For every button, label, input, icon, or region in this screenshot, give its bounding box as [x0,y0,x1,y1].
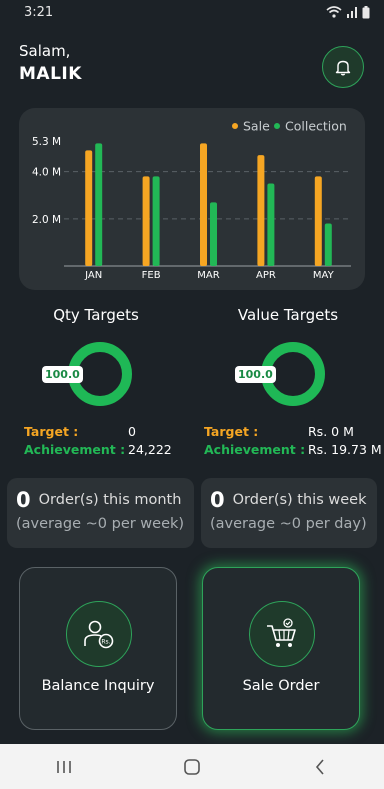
sale-order-button[interactable]: Sale Order [202,567,360,730]
bar-sale-mar [200,143,207,266]
qty-progress-ring: 100.0 [42,342,132,410]
recent-apps-button[interactable] [44,752,84,782]
notification-button[interactable] [322,46,364,88]
balance-inquiry-button[interactable]: Rs. Balance Inquiry [19,567,177,730]
bar-collection-may [324,223,332,266]
user-name: MALIK [19,64,82,84]
bar-sale-feb [142,176,150,266]
qty-targets-title: Qty Targets [53,306,139,324]
orders-month-count: 0 [16,488,31,512]
user-balance-icon: Rs. [84,620,114,649]
back-button[interactable] [300,752,340,782]
orders-week-card: 0 Order(s) this week (average ~0 per day… [201,478,377,548]
y-tick-label: 2.0 M [32,214,61,226]
y-tick-label: 4.0 M [32,167,61,179]
sale-order-label: Sale Order [242,678,320,694]
balance-inquiry-label: Balance Inquiry [41,678,155,694]
qty-target-value: 0 [128,424,136,439]
value-achievement-value: Rs. 19.73 M [308,442,382,457]
orders-month-average: (average ~0 per week) [16,516,185,532]
status-time: 3:21 [24,4,54,20]
legend-label-collection: Collection [285,119,347,134]
bar-collection-mar [210,202,217,266]
x-tick-label: FEB [142,270,161,281]
status-bar: 3:21 [0,0,384,24]
svg-text:Rs.: Rs. [101,639,110,646]
status-icons [326,5,370,19]
greeting-text: Salam, [19,42,71,60]
legend-marker-collection [274,123,280,129]
back-icon [315,758,324,775]
x-tick-label: APR [256,270,276,281]
bar-sale-jan [85,150,93,266]
bar-sale-may [314,176,322,266]
value-targets-title: Value Targets [237,306,339,324]
greeting-block: Salam, MALIK [19,42,82,84]
wifi-icon [326,6,342,18]
x-tick-label: MAY [313,270,335,281]
recent-apps-icon [57,760,71,773]
battery-icon [362,5,370,18]
orders-week-average: (average ~0 per day) [210,516,367,532]
value-targets: Value Targets [192,306,384,324]
value-progress-label: 100.0 [235,366,276,383]
bar-collection-feb [152,176,160,266]
value-achievement-label: Achievement : [204,442,306,457]
bell-icon [335,60,351,75]
balance-icon-badge: Rs. [66,601,132,667]
signal-icon [347,7,357,18]
home-button[interactable] [172,752,212,782]
legend-marker-sale [232,123,238,129]
value-target-value: Rs. 0 M [308,424,354,439]
qty-targets: Qty Targets [0,306,192,324]
targets-section: Qty Targets Value Targets 100.0 100.0 Ta… [0,306,384,457]
bar-collection-apr [267,183,275,266]
orders-month-card: 0 Order(s) this month (average ~0 per we… [7,478,194,548]
qty-achievement-value: 24,222 [128,442,172,457]
x-tick-label: JAN [84,270,102,281]
value-progress-ring: 100.0 [235,342,325,410]
x-tick-label: MAR [197,270,219,281]
y-tick-label: 5.3 M [32,136,61,148]
system-nav-bar [0,744,384,789]
orders-week-count: 0 [210,488,225,512]
qty-target-label: Target : [24,424,79,439]
home-icon [184,758,200,775]
orders-week-text: Order(s) this week [232,492,367,508]
legend-label-sale: Sale [243,119,270,134]
orders-month-text: Order(s) this month [38,492,182,508]
value-target-label: Target : [204,424,259,439]
bar-sale-apr [257,155,265,266]
sale-order-icon-badge [249,601,315,667]
qty-achievement-label: Achievement : [24,442,126,457]
cart-icon [267,618,296,647]
qty-progress-label: 100.0 [42,366,83,383]
sales-chart-card: 5.3 M 4.0 M 2.0 M JAN FEB MAR APR MAY Sale Collec… [19,108,365,290]
sales-bar-chart: 5.3 M 4.0 M 2.0 M JAN FEB MAR APR MAY Sale Collec… [32,119,351,281]
bar-collection-jan [95,143,103,266]
